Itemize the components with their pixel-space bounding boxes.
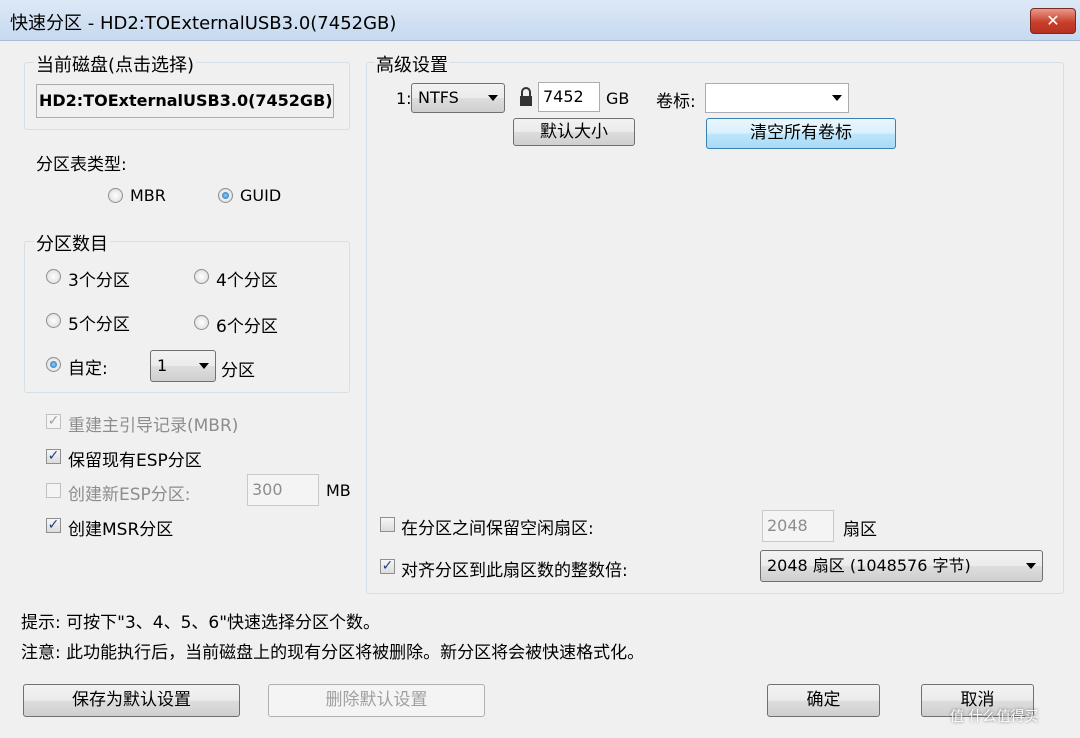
reserve-sectors-input[interactable]: 2048: [762, 510, 834, 542]
size-input[interactable]: 7452: [538, 82, 600, 112]
size-unit-label: GB: [606, 89, 630, 108]
advanced-group-label: 高级设置: [374, 51, 450, 77]
guid-radio[interactable]: [218, 188, 233, 203]
chevron-down-icon: [832, 95, 842, 101]
create-msr-checkbox[interactable]: ✓: [46, 518, 61, 533]
warning-text: 注意: 此功能执行后，当前磁盘上的现有分区将被删除。新分区将会被快速格式化。: [21, 643, 645, 663]
six-partitions-label: 6个分区: [216, 317, 278, 337]
reserve-sectors-label: 在分区之间保留空闲扇区:: [401, 519, 594, 539]
custom-count-value: 1: [157, 356, 168, 375]
watermark: 值 什么值得买: [950, 709, 1039, 725]
clear-volume-labels-button[interactable]: 清空所有卷标: [706, 118, 896, 149]
keep-esp-checkbox[interactable]: ✓: [46, 449, 61, 464]
partition-table-label: 分区表类型:: [36, 155, 127, 175]
create-esp-checkbox[interactable]: [46, 483, 61, 498]
custom-partitions-radio[interactable]: [46, 357, 61, 372]
volume-label-select[interactable]: [705, 83, 849, 113]
rebuild-mbr-checkbox[interactable]: ✓: [46, 414, 61, 429]
create-msr-label: 创建MSR分区: [68, 520, 174, 540]
custom-count-select[interactable]: 1: [150, 350, 216, 382]
disk-selector[interactable]: HD2:TOExternalUSB3.0(7452GB) -: [36, 84, 334, 118]
align-partitions-checkbox[interactable]: ✓: [380, 559, 395, 574]
six-partitions-radio[interactable]: [194, 315, 209, 330]
filesystem-value: NTFS: [418, 88, 459, 107]
ok-button[interactable]: 确定: [767, 684, 880, 717]
chevron-down-icon: [199, 363, 209, 369]
hint-text: 提示: 可按下"3、4、5、6"快速选择分区个数。: [21, 613, 381, 633]
mbr-label: MBR: [130, 186, 166, 205]
align-sectors-select[interactable]: 2048 扇区 (1048576 字节): [760, 550, 1043, 582]
delete-default-button[interactable]: 删除默认设置: [268, 684, 485, 717]
window-title: 快速分区 - HD2:TOExternalUSB3.0(7452GB): [10, 13, 397, 34]
three-partitions-label: 3个分区: [68, 271, 130, 291]
row-index-label: 1:: [396, 89, 412, 108]
guid-label: GUID: [240, 186, 282, 205]
close-button[interactable]: ✕: [1030, 8, 1076, 34]
five-partitions-radio[interactable]: [46, 313, 61, 328]
volume-label: 卷标:: [656, 92, 696, 112]
mbr-radio[interactable]: [108, 188, 123, 203]
partition-count-label: 分区数目: [34, 230, 110, 256]
lock-icon[interactable]: [519, 86, 533, 108]
align-partitions-label: 对齐分区到此扇区数的整数倍:: [401, 561, 628, 581]
save-default-button[interactable]: 保存为默认设置: [23, 684, 240, 717]
align-sectors-value: 2048 扇区 (1048576 字节): [767, 556, 971, 575]
chevron-down-icon: [488, 95, 498, 101]
custom-suffix-label: 分区: [221, 361, 255, 381]
esp-size-input[interactable]: 300: [247, 474, 319, 506]
title-bar: 快速分区 - HD2:TOExternalUSB3.0(7452GB) ✕: [0, 0, 1080, 41]
esp-unit-label: MB: [326, 481, 351, 500]
disk-group-label: 当前磁盘(点击选择): [34, 51, 197, 77]
chevron-down-icon: [1026, 563, 1036, 569]
three-partitions-radio[interactable]: [46, 269, 61, 284]
reserve-sectors-checkbox[interactable]: [380, 517, 395, 532]
four-partitions-label: 4个分区: [216, 271, 278, 291]
keep-esp-label: 保留现有ESP分区: [68, 451, 202, 471]
reserve-unit-label: 扇区: [843, 520, 877, 540]
default-size-button[interactable]: 默认大小: [513, 118, 635, 146]
four-partitions-radio[interactable]: [194, 269, 209, 284]
create-esp-label: 创建新ESP分区:: [68, 485, 191, 505]
rebuild-mbr-label: 重建主引导记录(MBR): [68, 416, 239, 436]
filesystem-select[interactable]: NTFS: [411, 83, 505, 113]
custom-partitions-label: 自定:: [68, 359, 108, 379]
five-partitions-label: 5个分区: [68, 315, 130, 335]
